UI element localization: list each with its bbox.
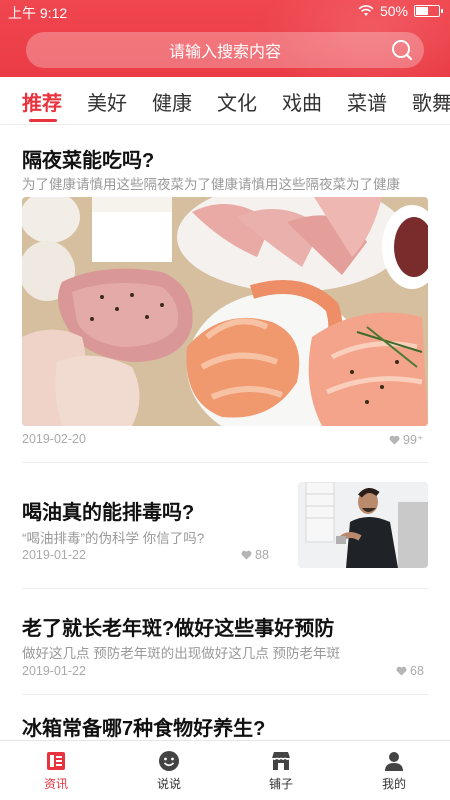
article-date: 2019-01-22 (22, 664, 86, 678)
food-spread-photo[interactable] (22, 197, 428, 426)
tabbar-chat[interactable]: 说说 (129, 749, 209, 792)
article-date: 2019-01-22 (22, 548, 86, 562)
chat-icon (159, 751, 179, 771)
tab-song-dance[interactable]: 歌舞 (412, 87, 450, 116)
heart-icon (389, 435, 400, 445)
like-count-text: 99⁺ (403, 433, 424, 447)
tab-opera[interactable]: 戏曲 (282, 87, 322, 116)
search-icon[interactable] (390, 38, 414, 62)
tab-culture[interactable]: 文化 (217, 87, 257, 116)
tabbar-news[interactable]: 资讯 (16, 749, 96, 792)
news-icon (47, 752, 65, 770)
profile-icon (385, 752, 403, 771)
divider (22, 694, 428, 695)
article-subtitle: 做好这几点 预防老年斑的出现做好这几点 预防老年斑 (22, 646, 341, 661)
tabbar-news-label: 资讯 (43, 777, 68, 791)
article-subtitle: “喝油排毒”的伪科学 你信了吗? (22, 531, 205, 546)
divider (22, 462, 428, 463)
shop-icon (271, 752, 291, 770)
heart-icon (241, 550, 252, 560)
tabbar-shop[interactable]: 铺子 (241, 749, 321, 792)
tabbar-profile[interactable]: 我的 (354, 749, 434, 792)
search-placeholder: 请输入搜索内容 (168, 44, 281, 61)
divider (22, 588, 428, 589)
bottom-tab-bar: 资讯 说说 铺子 我的 (0, 740, 450, 800)
status-indicators: 50% (358, 3, 443, 19)
category-tabs: 推荐 美好 健康 文化 戏曲 菜谱 歌舞 (0, 77, 450, 125)
like-count[interactable]: 88 (241, 548, 269, 562)
heart-icon (396, 666, 407, 676)
article-title[interactable]: 喝油真的能排毒吗? (22, 496, 194, 525)
article-date: 2019-02-20 (22, 432, 86, 446)
status-time: 上午 9:12 (8, 5, 68, 21)
tabbar-shop-label: 铺子 (268, 777, 293, 791)
article-title[interactable]: 隔夜菜能吃吗? (22, 144, 154, 173)
search-input[interactable]: 请输入搜索内容 (26, 32, 424, 68)
wifi-icon (358, 5, 374, 16)
active-tab-indicator (29, 119, 57, 122)
tab-health[interactable]: 健康 (152, 87, 192, 116)
tab-recommend[interactable]: 推荐 (22, 87, 62, 116)
tabbar-chat-label: 说说 (156, 777, 181, 791)
like-count[interactable]: 99⁺ (389, 432, 424, 447)
app-header: 上午 9:12 50% 请输入搜索内容 (0, 0, 450, 77)
tabbar-profile-label: 我的 (381, 777, 406, 791)
man-in-bathroom-photo[interactable] (298, 482, 428, 568)
like-count-text: 68 (410, 664, 424, 678)
article-title[interactable]: 冰箱常备哪7种食物好养生? (22, 712, 265, 741)
tab-beauty[interactable]: 美好 (87, 87, 127, 116)
tab-recipes[interactable]: 菜谱 (347, 87, 387, 116)
like-count-text: 88 (255, 548, 269, 562)
status-bar: 上午 9:12 50% (0, 0, 450, 24)
battery-percent: 50% (379, 3, 408, 19)
article-subtitle: 为了健康请慎用这些隔夜菜为了健康请慎用这些隔夜菜为了健康 (22, 177, 400, 192)
article-title[interactable]: 老了就长老年斑?做好这些事好预防 (22, 612, 334, 641)
like-count[interactable]: 68 (396, 664, 424, 678)
battery-icon (414, 5, 443, 17)
